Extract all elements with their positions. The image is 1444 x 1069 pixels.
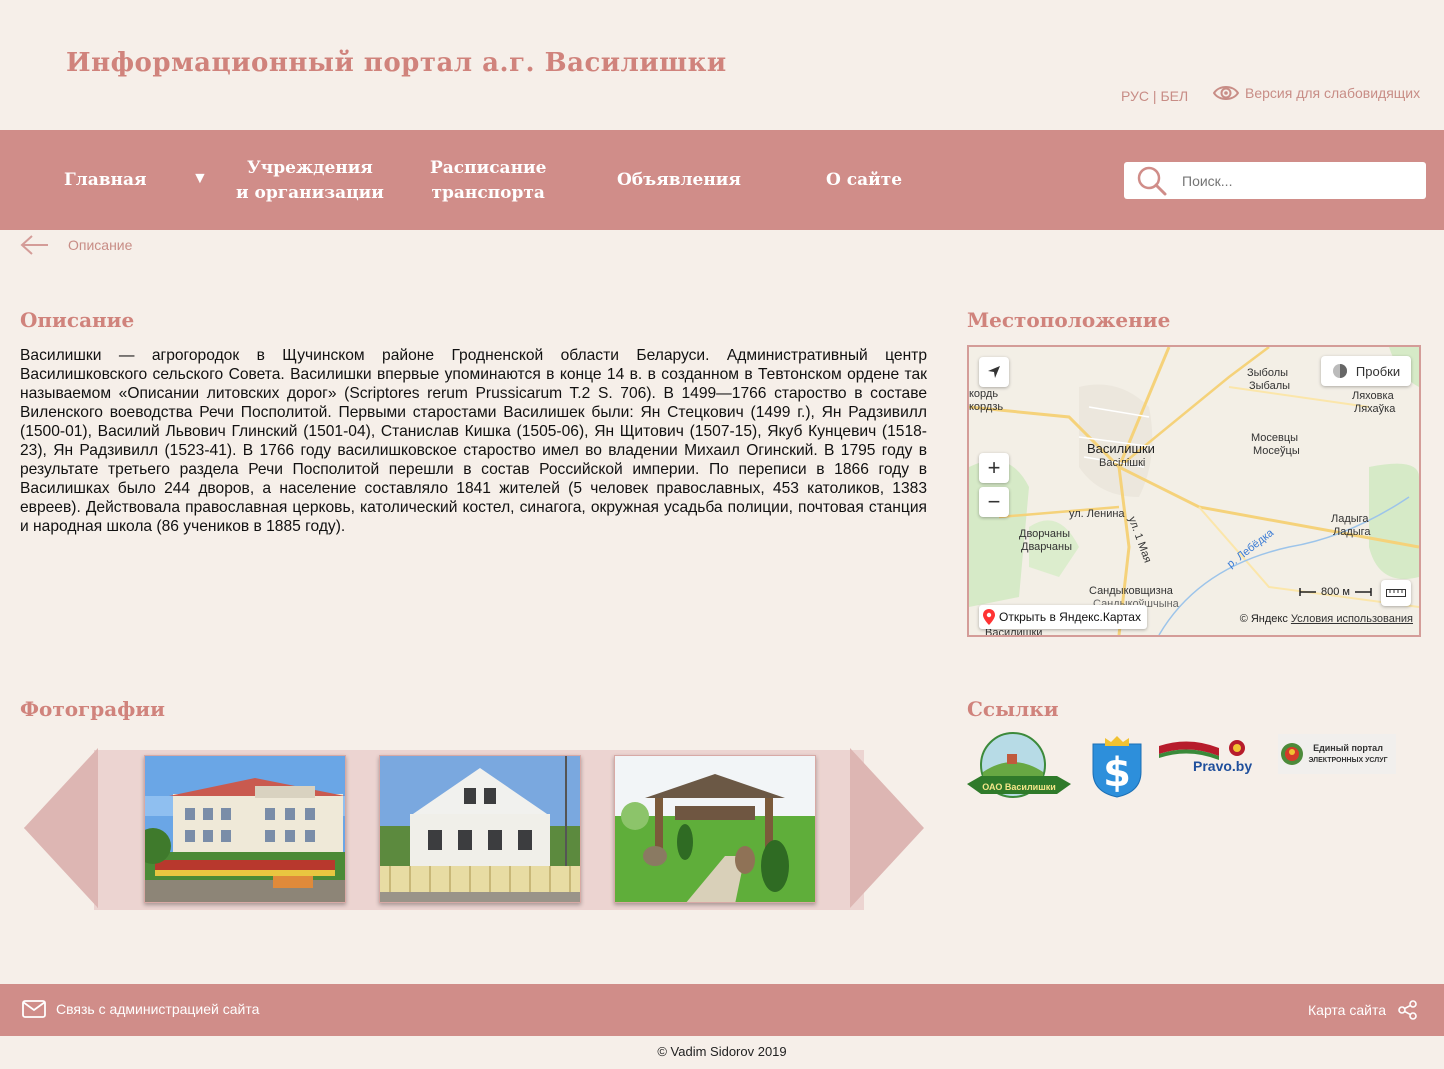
scale-bar-icon (1299, 588, 1316, 596)
map-label-dvorchany: Дворчаны (1019, 528, 1070, 540)
map-label-ladyga-by: Ладыга (1333, 526, 1371, 538)
svg-text:$: $ (1103, 750, 1131, 796)
envelope-icon (22, 1000, 46, 1018)
map-copyright-text: © Яндекс (1239, 613, 1288, 625)
search-input[interactable] (1182, 172, 1412, 189)
zoom-out-button[interactable]: − (979, 487, 1009, 517)
scale-label: 800 м (1321, 586, 1350, 598)
map-label-sandykovshchina: Сандыковщизна (1089, 585, 1173, 597)
pravo-by-logo[interactable]: Pravo.by (1159, 738, 1261, 779)
yandex-map[interactable]: Василишки Васілішкі Зыболы Зыбалы Ляховк… (967, 345, 1421, 637)
slider-next-arrow-icon[interactable] (850, 748, 924, 908)
sitemap-link[interactable]: Карта сайта (1308, 1000, 1418, 1020)
zoom-in-button[interactable]: + (979, 453, 1009, 483)
share-icon (1398, 1000, 1417, 1020)
search-box[interactable] (1124, 162, 1426, 199)
photos-heading: Фотографии (20, 697, 165, 721)
contact-admin-link[interactable]: Связь с администрацией сайта (22, 1000, 259, 1018)
e-services-label-line2: электронных услуг (1308, 757, 1387, 764)
map-terms-link[interactable]: Условия использования (1291, 613, 1413, 625)
description-heading: Описание (20, 308, 135, 332)
breadcrumb: Описание (20, 234, 132, 256)
map-label-mosevtsy-by: Мосеўцы (1253, 445, 1300, 457)
nav-item-announcements[interactable]: Объявления (617, 168, 741, 193)
breadcrumb-current: Описание (68, 237, 133, 253)
minus-icon: − (987, 489, 1001, 514)
contact-admin-label: Связь с администрацией сайта (56, 1001, 260, 1017)
map-label-kordz-by: кордзь (969, 401, 1004, 413)
open-in-yandex-maps-label: Открыть в Яндекс.Картах (999, 610, 1141, 624)
nav-item-institutions[interactable]: Учреждения и организации (236, 156, 384, 206)
traffic-icon (1332, 364, 1347, 378)
map-label-dvorchany-by: Дварчаны (1021, 541, 1072, 553)
ruler-button[interactable] (1381, 580, 1411, 606)
accessibility-version-link[interactable]: Версия для слабовидящих (1213, 83, 1420, 103)
e-services-label-line1: Единый портал (1313, 743, 1383, 753)
site-title[interactable]: Информационный портал а.г. Василишки (66, 48, 727, 78)
nav-item-home[interactable]: Главная (64, 168, 147, 193)
photo-old-house[interactable] (379, 755, 581, 903)
traffic-label: Пробки (1355, 363, 1401, 379)
shchuchin-coat-of-arms-logo[interactable]: $ (1087, 734, 1147, 803)
map-label-vasilishki: Василишки (1087, 441, 1155, 456)
geolocation-button[interactable] (979, 357, 1009, 387)
dropdown-arrow-icon[interactable]: ▼ (192, 170, 208, 188)
map-label-vasilishki-by: Васілішкі (1099, 457, 1146, 469)
traffic-button[interactable]: Пробки (1321, 356, 1411, 386)
map-label-zybaly-by: Зыбалы (1249, 380, 1291, 392)
map-copyright: © Яндекс Условия использования (1240, 613, 1413, 625)
scale-bar-end-icon (1354, 588, 1372, 596)
map-pin-icon (983, 609, 995, 625)
map-label-zybaly: Зыболы (1247, 367, 1289, 379)
photo-administration-building[interactable] (144, 755, 346, 903)
map-label-lyakhovka-by: Ляхаўка (1354, 403, 1396, 415)
map-scale: 800 м (1299, 586, 1372, 598)
geolocation-arrow-icon (988, 366, 1000, 378)
plus-icon: + (987, 455, 1001, 480)
open-in-yandex-maps-link[interactable]: Открыть в Яндекс.Картах (979, 605, 1147, 629)
map-label-lyakhovka: Ляховка (1352, 390, 1394, 402)
back-arrow-icon[interactable] (20, 234, 48, 256)
links-heading: Ссылки (967, 697, 1059, 721)
location-heading: Местоположение (967, 308, 1171, 332)
copyright: © Vadim Sidorov 2019 (657, 1044, 787, 1059)
search-icon[interactable] (1136, 165, 1168, 197)
photo-park-gazebo[interactable] (614, 755, 816, 903)
slider-prev-arrow-icon[interactable] (24, 748, 98, 908)
map-label-ladyga: Ладыга (1331, 513, 1369, 525)
map-label-lenina-street: ул. Ленина (1069, 508, 1125, 520)
footer-bar: Связь с администрацией сайта Карта сайта (0, 984, 1444, 1036)
e-services-portal-logo[interactable]: Единый портал электронных услуг (1278, 734, 1396, 779)
pravo-by-label: Pravo.by (1193, 758, 1252, 774)
nav-item-about[interactable]: О сайте (826, 168, 902, 193)
accessibility-label: Версия для слабовидящих (1245, 85, 1421, 101)
nav-item-transport-schedule[interactable]: Расписание транспорта (430, 156, 546, 206)
language-switch[interactable]: РУС | БЕЛ (1121, 88, 1188, 104)
ruler-icon (1386, 589, 1406, 597)
photo-slider (24, 748, 924, 918)
ooo-vasilishki-logo[interactable]: ОАО Василишки (967, 732, 1073, 805)
ooo-vasilishki-label: ОАО Василишки (982, 782, 1056, 792)
map-label-mosevtsy: Мосевцы (1251, 432, 1299, 444)
sitemap-label: Карта сайта (1308, 1002, 1386, 1018)
description-text: Василишки — агрогородок в Щучинском райо… (20, 347, 927, 535)
eye-icon (1213, 86, 1239, 100)
map-label-kordz: кордь (969, 388, 999, 400)
